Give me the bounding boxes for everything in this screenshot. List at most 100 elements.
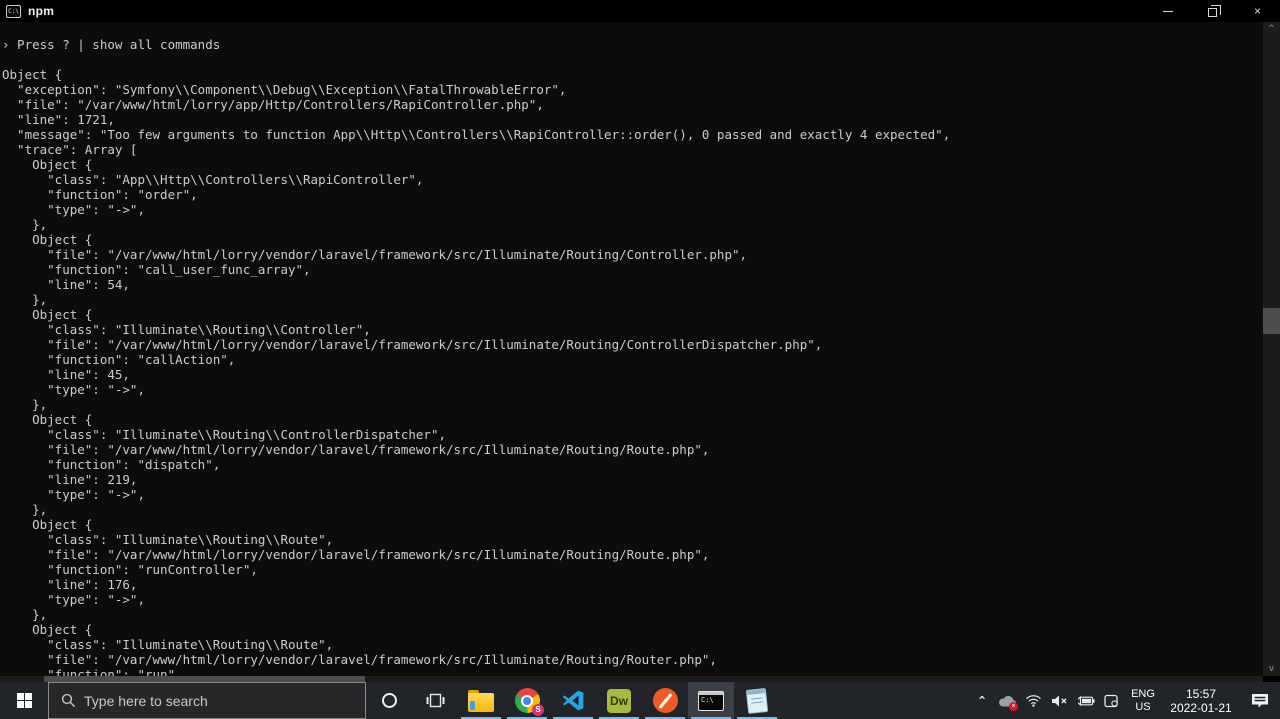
terminal-line: },: [2, 502, 1263, 517]
terminal-line: "function": "order",: [2, 187, 1263, 202]
terminal-line: [2, 52, 1263, 67]
terminal-line: "file": "/var/www/html/lorry/app/Http/Co…: [2, 97, 1263, 112]
terminal-line: "type": "->",: [2, 202, 1263, 217]
clock[interactable]: 15:57 2022-01-21: [1162, 682, 1240, 719]
minimize-icon: [1163, 11, 1173, 12]
notepad-button[interactable]: [734, 682, 780, 719]
action-center-icon: [1251, 693, 1269, 709]
battery-button[interactable]: [1072, 682, 1098, 719]
restore-icon: [1208, 8, 1217, 17]
terminal-line: "function": "runController",: [2, 562, 1263, 577]
terminal-line: Object {: [2, 157, 1263, 172]
terminal-line: "function": "dispatch",: [2, 457, 1263, 472]
clock-time: 15:57: [1186, 687, 1216, 701]
cortana-button[interactable]: [366, 682, 412, 719]
terminal-line: "line": 219,: [2, 472, 1263, 487]
terminal-lines: Object { "exception": "Symfony\\Componen…: [2, 52, 1263, 676]
language-indicator[interactable]: ENG US: [1124, 682, 1162, 719]
terminal-line: Object {: [2, 307, 1263, 322]
terminal-line: "function": "call_user_func_array",: [2, 262, 1263, 277]
terminal-line: Object {: [2, 517, 1263, 532]
volume-button[interactable]: [1046, 682, 1072, 719]
taskbar-search[interactable]: [48, 682, 366, 719]
terminal-line: "file": "/var/www/html/lorry/vendor/lara…: [2, 247, 1263, 262]
terminal-line: "type": "->",: [2, 487, 1263, 502]
search-input[interactable]: [84, 693, 334, 709]
postman-icon: [653, 688, 678, 713]
minimize-button[interactable]: [1145, 0, 1190, 22]
terminal-line: "type": "->",: [2, 382, 1263, 397]
terminal-line: },: [2, 292, 1263, 307]
terminal-line: "line": 1721,: [2, 112, 1263, 127]
terminal-line: "class": "Illuminate\\Routing\\Route",: [2, 637, 1263, 652]
desktop: C:\ npm × › Press ? | show all commands …: [0, 0, 1280, 719]
restore-button[interactable]: [1190, 0, 1235, 22]
battery-icon: [1076, 695, 1095, 707]
file-explorer-icon: [468, 693, 494, 712]
task-view-button[interactable]: [412, 682, 458, 719]
chrome-button[interactable]: S: [504, 682, 550, 719]
cmd-window-icon: C:\: [6, 5, 21, 18]
terminal-line: "type": "->",: [2, 592, 1263, 607]
onedrive-button[interactable]: ×: [994, 682, 1020, 719]
cortana-icon: [382, 693, 397, 708]
taskbar: S Dw C:\ ^ ×: [0, 682, 1280, 719]
task-view-icon: [426, 693, 445, 708]
notepad-icon: [746, 688, 768, 714]
wifi-icon: [1025, 694, 1042, 707]
terminal-line: },: [2, 217, 1263, 232]
terminal-line: Object {: [2, 412, 1263, 427]
tray-expand-button[interactable]: ^: [970, 682, 994, 719]
wifi-button[interactable]: [1020, 682, 1046, 719]
terminal-line: },: [2, 607, 1263, 622]
action-center-button[interactable]: [1240, 682, 1280, 719]
terminal-line: "class": "Illuminate\\Routing\\Controlle…: [2, 322, 1263, 337]
terminal-line: "message": "Too few arguments to functio…: [2, 127, 1263, 142]
terminal-line: "file": "/var/www/html/lorry/vendor/lara…: [2, 442, 1263, 457]
onedrive-error-badge: ×: [1009, 702, 1018, 711]
vertical-scrollbar-thumb[interactable]: [1263, 308, 1280, 334]
dreamweaver-button[interactable]: Dw: [596, 682, 642, 719]
tablet-mode-icon: [1103, 694, 1119, 708]
scroll-up-icon[interactable]: ^: [1263, 22, 1280, 36]
window-title: npm: [28, 4, 54, 18]
terminal-line: "exception": "Symfony\\Component\\Debug\…: [2, 82, 1263, 97]
terminal-line: "line": 54,: [2, 277, 1263, 292]
close-button[interactable]: ×: [1235, 0, 1280, 22]
window-controls: ×: [1145, 0, 1280, 22]
terminal-line: "file": "/var/www/html/lorry/vendor/lara…: [2, 337, 1263, 352]
terminal-line: "trace": Array [: [2, 142, 1263, 157]
command-prompt-button[interactable]: C:\: [688, 682, 734, 719]
close-icon: ×: [1254, 4, 1261, 18]
terminal-line: },: [2, 397, 1263, 412]
vertical-scrollbar[interactable]: ^ v: [1263, 22, 1280, 676]
language-code: ENG: [1131, 688, 1155, 701]
terminal-line: "function": "run",: [2, 667, 1263, 676]
system-tray: ^ ×: [970, 682, 1280, 719]
terminal-prompt-line: › Press ? | show all commands: [2, 37, 1263, 52]
terminal-line: "file": "/var/www/html/lorry/vendor/lara…: [2, 547, 1263, 562]
vscode-button[interactable]: [550, 682, 596, 719]
windows-logo-icon: [17, 693, 32, 708]
terminal-output: › Press ? | show all commands Object { "…: [0, 22, 1263, 676]
window-titlebar: C:\ npm ×: [0, 0, 1280, 22]
postman-button[interactable]: [642, 682, 688, 719]
terminal-line: Object {: [2, 67, 1263, 82]
tablet-mode-button[interactable]: [1098, 682, 1124, 719]
terminal-line: "line": 45,: [2, 367, 1263, 382]
vscode-icon: [561, 688, 586, 713]
language-region: US: [1135, 701, 1150, 714]
command-prompt-icon: C:\: [698, 691, 724, 711]
scroll-down-icon[interactable]: v: [1263, 662, 1280, 676]
terminal-line: "function": "callAction",: [2, 352, 1263, 367]
clock-date: 2022-01-21: [1170, 701, 1231, 715]
start-button[interactable]: [0, 682, 48, 719]
terminal-line: "line": 176,: [2, 577, 1263, 592]
terminal-line: Object {: [2, 622, 1263, 637]
file-explorer-button[interactable]: [458, 682, 504, 719]
terminal-line: Object {: [2, 232, 1263, 247]
dreamweaver-icon: Dw: [607, 689, 631, 713]
chrome-profile-badge: S: [532, 704, 544, 716]
terminal-line: "class": "Illuminate\\Routing\\Route",: [2, 532, 1263, 547]
terminal-line: "file": "/var/www/html/lorry/vendor/lara…: [2, 652, 1263, 667]
